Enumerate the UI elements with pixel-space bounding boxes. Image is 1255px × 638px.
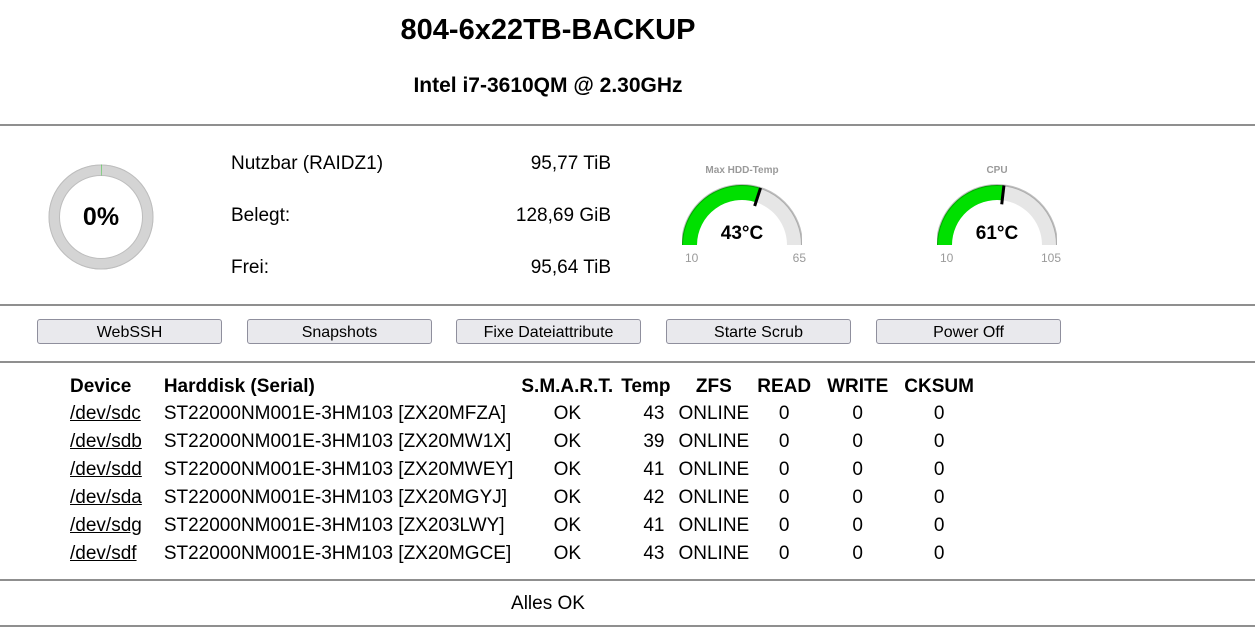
cksum-errors: 0 — [933, 459, 945, 480]
gauge-max: 65 — [792, 251, 806, 265]
col-temp: Temp — [621, 376, 671, 397]
disk-serial: ST22000NM001E-3HM103 [ZX20MGCE] — [163, 543, 512, 564]
cksum-errors: 0 — [933, 515, 945, 536]
read-errors: 0 — [778, 459, 790, 480]
disk-serial: ST22000NM001E-3HM103 [ZX20MWEY] — [163, 459, 514, 480]
col-cksum: CKSUM — [904, 376, 974, 397]
divider — [0, 304, 1255, 306]
col-device: Device — [70, 376, 132, 397]
device-link[interactable]: /dev/sdg — [70, 515, 142, 536]
table-header-row: Device Harddisk (Serial) S.M.A.R.T. Temp… — [66, 374, 978, 400]
table-row: /dev/sdc ST22000NM001E-3HM103 [ZX20MFZA]… — [66, 400, 978, 428]
zfs-state: ONLINE — [678, 459, 750, 480]
smart-status: OK — [553, 487, 582, 508]
col-zfs: ZFS — [695, 376, 732, 397]
disk-temp: 39 — [643, 431, 665, 452]
write-errors: 0 — [852, 515, 863, 536]
gauge-min: 10 — [940, 251, 954, 265]
table-row: /dev/sdg ST22000NM001E-3HM103 [ZX203LWY]… — [66, 512, 978, 540]
smart-status: OK — [553, 459, 582, 480]
divider — [0, 361, 1255, 363]
table-row: /dev/sda ST22000NM001E-3HM103 [ZX20MGYJ]… — [66, 484, 978, 512]
write-errors: 0 — [852, 403, 863, 424]
read-errors: 0 — [778, 403, 790, 424]
zfs-state: ONLINE — [678, 515, 750, 536]
free-value: 95,64 TiB — [530, 257, 611, 278]
page-title: 804-6x22TB-BACKUP — [400, 14, 696, 46]
divider — [0, 579, 1255, 581]
gauge-title: Max HDD-Temp — [705, 165, 779, 176]
gauge-value: 61°C — [975, 223, 1019, 244]
write-errors: 0 — [852, 487, 863, 508]
smart-status: OK — [553, 431, 582, 452]
device-link[interactable]: /dev/sdd — [70, 459, 142, 480]
device-link[interactable]: /dev/sdf — [70, 543, 137, 564]
device-link[interactable]: /dev/sdc — [70, 403, 141, 424]
start-scrub-button[interactable]: Starte Scrub — [666, 319, 851, 344]
cksum-errors: 0 — [933, 543, 945, 564]
disk-serial: ST22000NM001E-3HM103 [ZX203LWY] — [163, 515, 505, 536]
zfs-state: ONLINE — [678, 487, 750, 508]
cksum-errors: 0 — [933, 431, 945, 452]
gauge-title: CPU — [986, 165, 1008, 176]
disk-serial: ST22000NM001E-3HM103 [ZX20MGYJ] — [163, 487, 508, 508]
read-errors: 0 — [778, 431, 790, 452]
disk-table: Device Harddisk (Serial) S.M.A.R.T. Temp… — [66, 374, 978, 568]
read-errors: 0 — [778, 543, 790, 564]
read-errors: 0 — [778, 487, 790, 508]
col-smart: S.M.A.R.T. — [521, 376, 614, 397]
snapshots-button[interactable]: Snapshots — [247, 319, 432, 344]
read-errors: 0 — [778, 515, 790, 536]
gauge-min: 10 — [685, 251, 699, 265]
write-errors: 0 — [852, 431, 863, 452]
table-row: /dev/sdf ST22000NM001E-3HM103 [ZX20MGCE]… — [66, 540, 978, 568]
zfs-state: ONLINE — [678, 431, 750, 452]
webssh-button[interactable]: WebSSH — [37, 319, 222, 344]
device-link[interactable]: /dev/sda — [70, 487, 142, 508]
table-row: /dev/sdb ST22000NM001E-3HM103 [ZX20MW1X]… — [66, 428, 978, 456]
gauge-max: 105 — [1040, 251, 1061, 265]
disk-serial: ST22000NM001E-3HM103 [ZX20MW1X] — [163, 431, 512, 452]
cksum-errors: 0 — [933, 403, 945, 424]
gauge-value: 43°C — [720, 223, 764, 244]
disk-temp: 41 — [643, 515, 665, 536]
zfs-state: ONLINE — [678, 543, 750, 564]
smart-status: OK — [553, 515, 582, 536]
cpu-model: Intel i7-3610QM @ 2.30GHz — [413, 74, 683, 97]
col-write: WRITE — [827, 376, 889, 397]
smart-status: OK — [553, 543, 582, 564]
usage-percent: 0% — [82, 203, 120, 231]
device-link[interactable]: /dev/sdb — [70, 431, 142, 452]
disk-serial: ST22000NM001E-3HM103 [ZX20MFZA] — [163, 403, 506, 424]
disk-temp: 43 — [643, 543, 665, 564]
usable-value: 95,77 TiB — [530, 153, 611, 174]
hdd-temp-gauge: Max HDD-Temp 43°C 10 65 — [682, 165, 822, 265]
power-off-button[interactable]: Power Off — [876, 319, 1061, 344]
cpu-temp-gauge: CPU 61°C 10 105 — [937, 165, 1077, 265]
zfs-state: ONLINE — [678, 403, 750, 424]
write-errors: 0 — [852, 543, 863, 564]
col-read: READ — [757, 376, 812, 397]
disk-temp: 42 — [643, 487, 665, 508]
divider — [0, 625, 1255, 627]
cksum-errors: 0 — [933, 487, 945, 508]
fix-file-attributes-button[interactable]: Fixe Dateiattribute — [456, 319, 641, 344]
col-harddisk: Harddisk (Serial) — [163, 376, 315, 397]
write-errors: 0 — [852, 459, 863, 480]
disk-temp: 43 — [643, 403, 665, 424]
divider — [0, 124, 1255, 126]
disk-temp: 41 — [643, 459, 665, 480]
smart-status: OK — [553, 403, 582, 424]
status-message: Alles OK — [511, 593, 585, 614]
table-row: /dev/sdd ST22000NM001E-3HM103 [ZX20MWEY]… — [66, 456, 978, 484]
used-value: 128,69 GiB — [515, 205, 611, 226]
